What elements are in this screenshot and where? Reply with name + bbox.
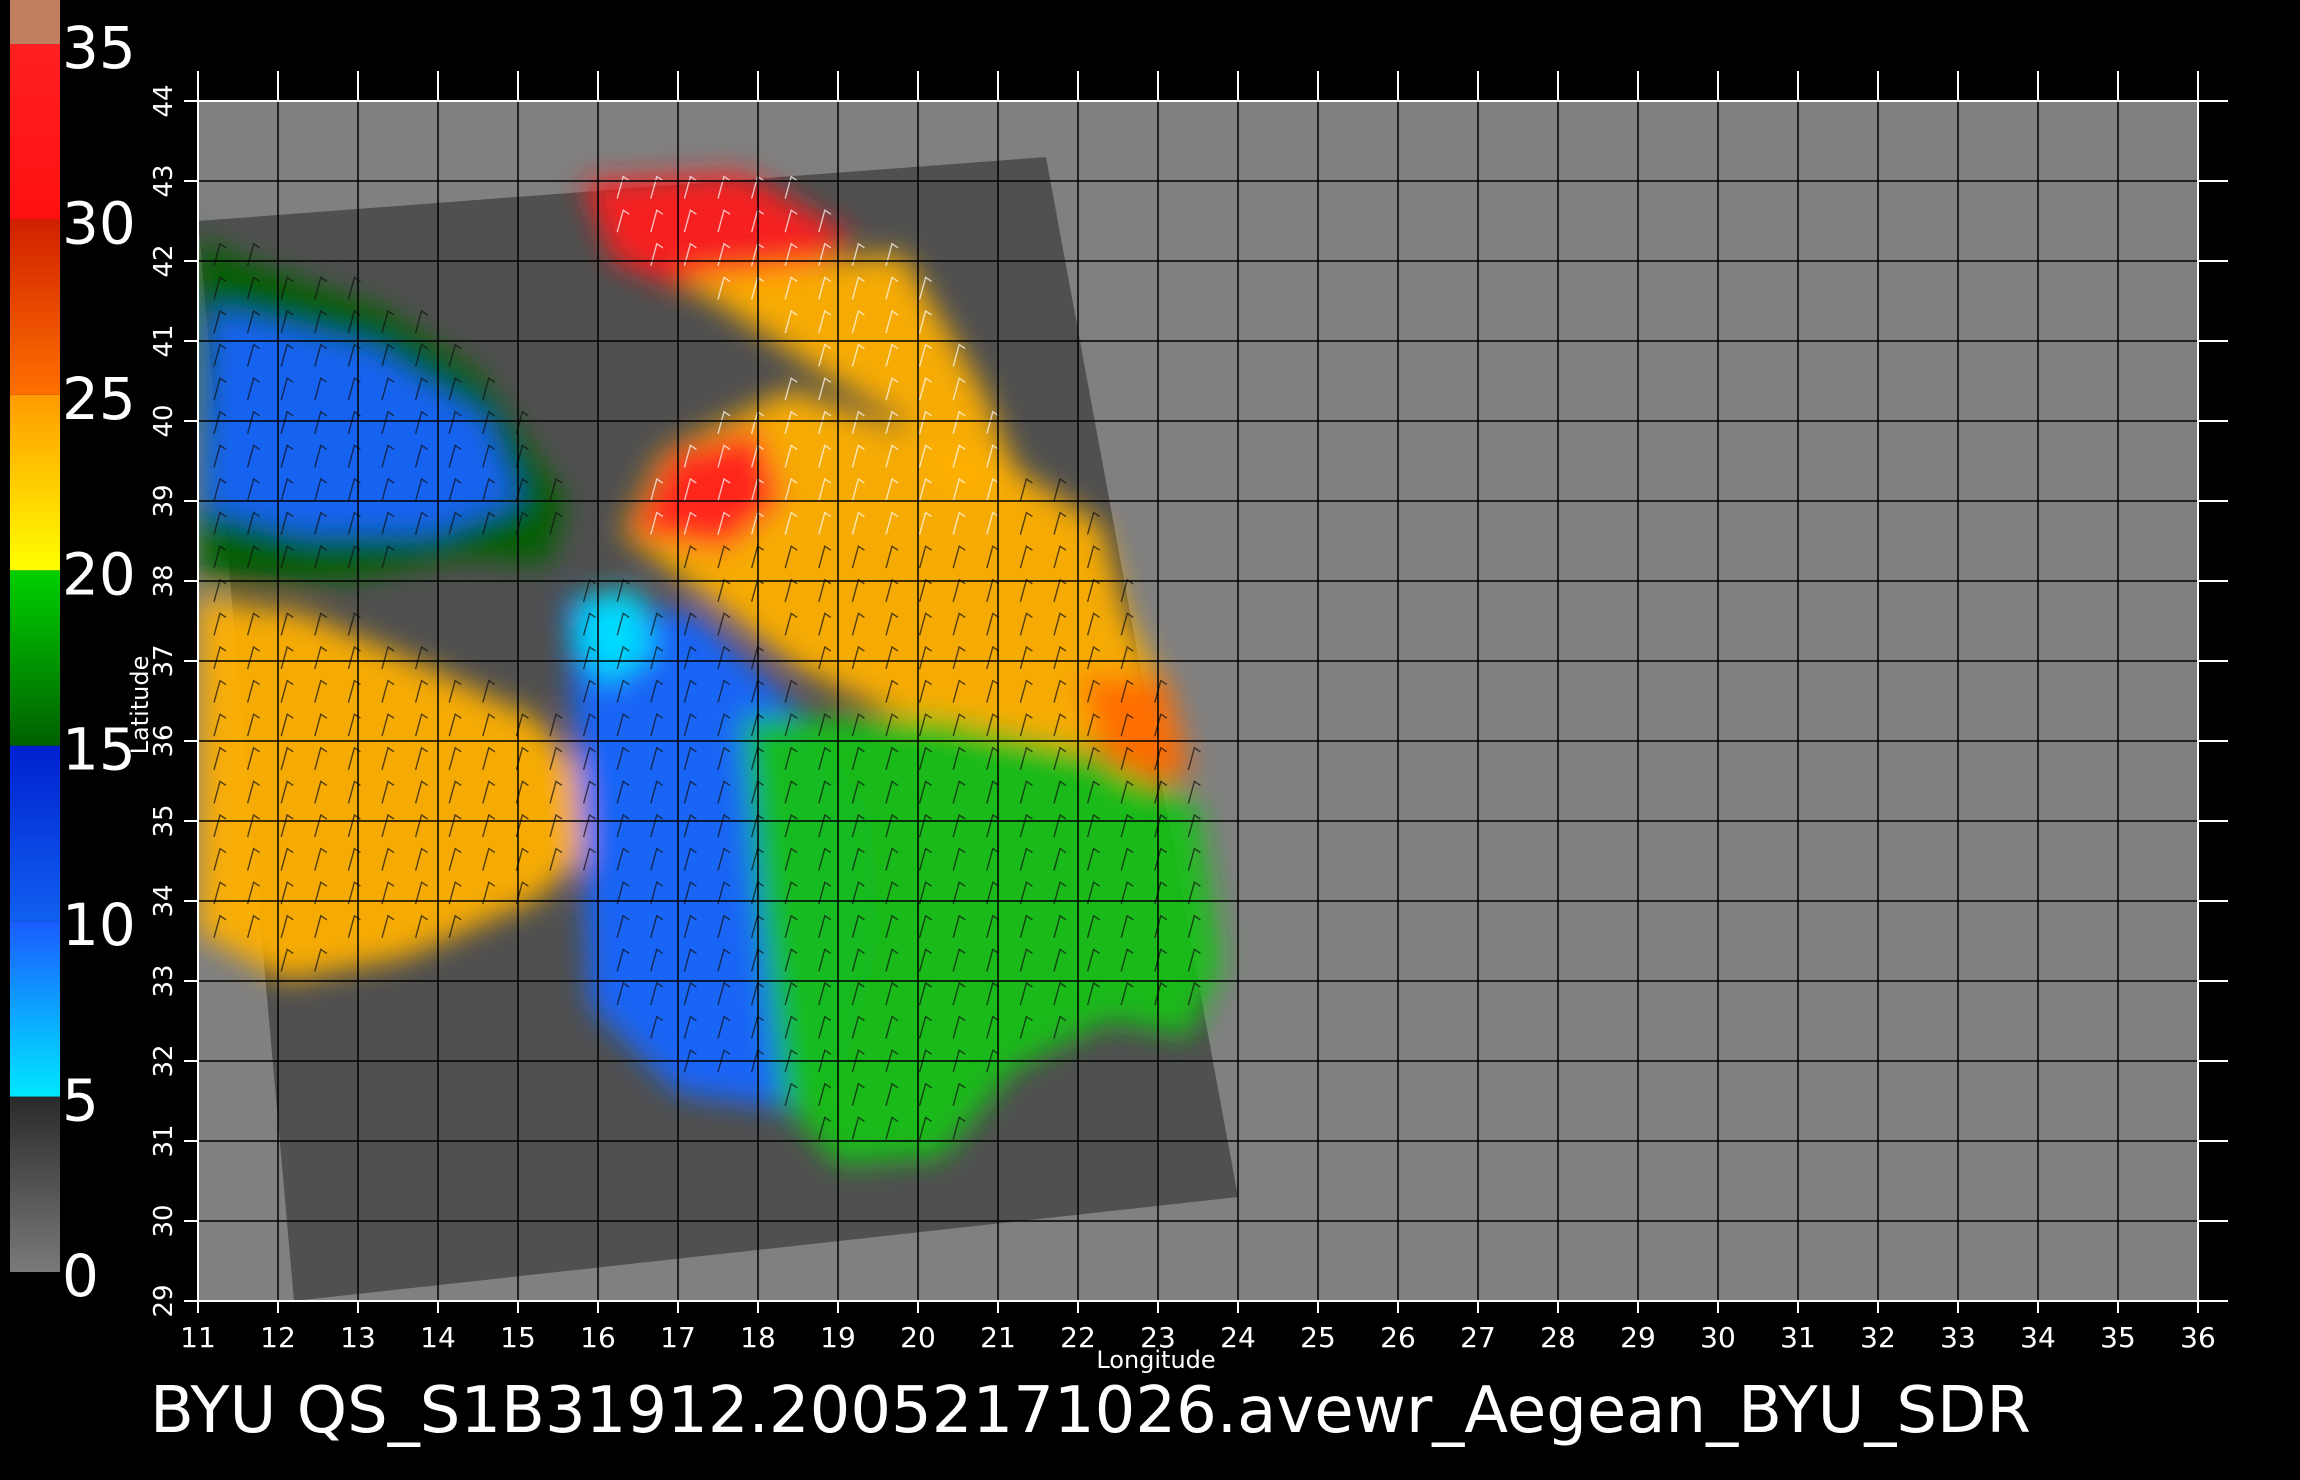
colorbar-tick-label: 30 (62, 189, 136, 257)
colorbar-tick-labels: 35 30 25 20 15 10 5 0 (62, 14, 136, 1310)
longitude-tick-label: 22 (1060, 1321, 1096, 1354)
colorbar-tick-label: 0 (62, 1242, 99, 1310)
longitude-tick-label: 24 (1220, 1321, 1256, 1354)
latitude-tick-label: 35 (149, 804, 179, 837)
colorbar-band (10, 44, 60, 220)
latitude-tick-label: 39 (149, 484, 179, 517)
longitude-tick-label: 14 (420, 1321, 456, 1354)
latitude-tick-label: 31 (149, 1124, 179, 1157)
longitude-tick-label: 27 (1460, 1321, 1496, 1354)
colorbar-tick-label: 10 (62, 891, 136, 959)
colorbar-tick-label: 35 (62, 14, 136, 82)
latitude-tick-label: 34 (149, 884, 179, 917)
y-axis-label: Latitude (126, 656, 154, 755)
colorbar-tick-label: 5 (62, 1067, 99, 1135)
longitude-tick-label: 17 (660, 1321, 696, 1354)
longitude-tick-label: 29 (1620, 1321, 1656, 1354)
longitude-tick-label: 16 (580, 1321, 616, 1354)
longitude-tick-label: 30 (1700, 1321, 1736, 1354)
longitude-tick-label: 19 (820, 1321, 856, 1354)
latitude-tick-label: 38 (149, 564, 179, 597)
x-axis-label: Longitude (1096, 1346, 1215, 1374)
longitude-tick-label: 35 (2100, 1321, 2136, 1354)
longitude-tick-label: 20 (900, 1321, 936, 1354)
colorbar-tick-label: 20 (62, 540, 136, 608)
longitude-tick-label: 11 (180, 1321, 216, 1354)
longitude-tick-label: 28 (1540, 1321, 1576, 1354)
longitude-tick-label: 31 (1780, 1321, 1816, 1354)
colorbar-band (10, 570, 60, 746)
longitude-tick-label: 26 (1380, 1321, 1416, 1354)
latitude-tick-label: 41 (149, 324, 179, 357)
colorbar-band (10, 219, 60, 395)
colorbar-band (10, 921, 60, 1097)
colorbar-tick-label: 15 (62, 716, 136, 784)
longitude-tick-label: 15 (500, 1321, 536, 1354)
longitude-tick-label: 12 (260, 1321, 296, 1354)
latitude-tick-label: 30 (149, 1204, 179, 1237)
longitude-tick-label: 32 (1860, 1321, 1896, 1354)
latitude-tick-label: 32 (149, 1044, 179, 1077)
latitude-tick-label: 40 (149, 404, 179, 437)
latitude-tick-label: 29 (149, 1284, 179, 1317)
longitude-tick-label: 36 (2180, 1321, 2216, 1354)
figure-caption: BYU QS_S1B31912.20052171026.avewr_Aegean… (150, 1374, 2031, 1448)
colorbar-band (10, 1096, 60, 1272)
longitude-tick-label: 34 (2020, 1321, 2056, 1354)
latitude-tick-label: 42 (149, 244, 179, 277)
colorbar-tick-label: 25 (62, 365, 136, 433)
longitude-tick-label: 18 (740, 1321, 776, 1354)
longitude-tick-label: 13 (340, 1321, 376, 1354)
colorbar-band (10, 745, 60, 922)
colorbar (10, 0, 60, 1272)
latitude-tick-label: 33 (149, 964, 179, 997)
latitude-tick-label: 43 (149, 164, 179, 197)
longitude-tick-label: 21 (980, 1321, 1016, 1354)
colorbar-top-cap (10, 0, 60, 44)
longitude-tick-label: 25 (1300, 1321, 1336, 1354)
latitude-tick-label: 44 (149, 84, 179, 117)
colorbar-band (10, 394, 60, 571)
wind-speed-map-figure: 35 30 25 20 15 10 5 0 11 12 13 14 15 16 17 18 19 20 21 22 2… (10, 0, 2228, 1448)
longitude-tick-label: 33 (1940, 1321, 1976, 1354)
map-plot-area (198, 101, 2198, 1301)
